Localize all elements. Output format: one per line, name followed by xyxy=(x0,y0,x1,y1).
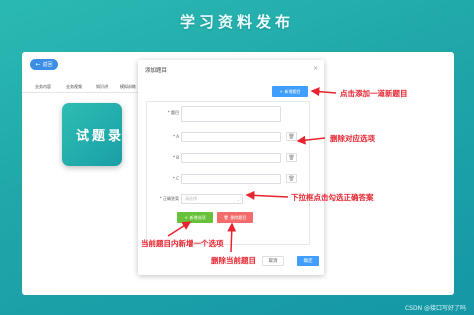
annotation-add-option: 当前题目内新增一个选项 xyxy=(141,239,224,248)
arrow-add-question xyxy=(310,87,337,97)
annotation-arrows xyxy=(167,87,337,253)
annotation-delete-option: 删除对应选项 xyxy=(330,134,375,143)
annotation-select-answer: 下拉框点击勾选正确答案 xyxy=(291,193,374,202)
annotation-delete-question: 删除当前题目 xyxy=(211,256,256,265)
annotation-add-question: 点击添加一道新题目 xyxy=(340,89,408,98)
arrow-delete-option xyxy=(296,135,326,145)
arrow-add-option xyxy=(167,221,192,237)
watermark: CSDN @接口写好了吗 xyxy=(404,305,466,312)
arrow-select-answer xyxy=(245,190,289,200)
arrow-delete-question xyxy=(227,222,237,253)
